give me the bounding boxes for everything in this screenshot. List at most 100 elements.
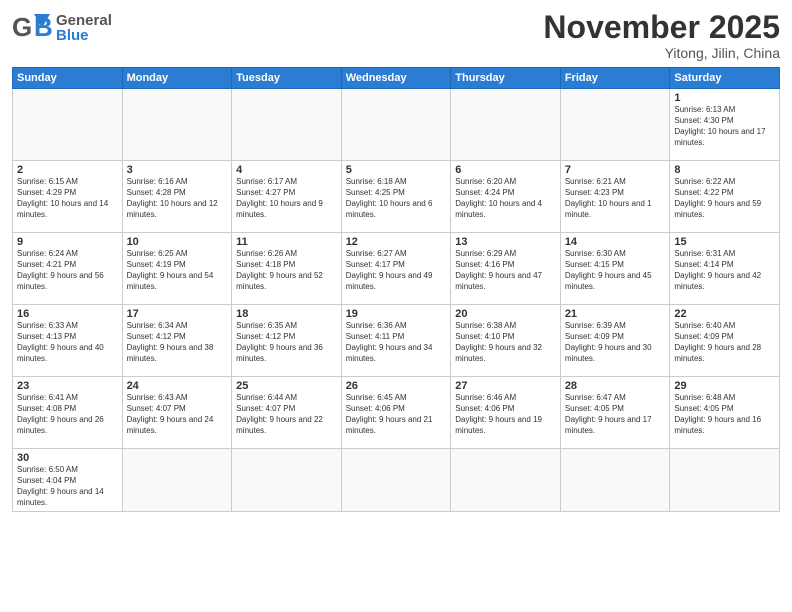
calendar-cell (451, 449, 561, 512)
calendar-cell: 26Sunrise: 6:45 AMSunset: 4:06 PMDayligh… (341, 377, 451, 449)
day-number: 20 (455, 308, 556, 320)
logo-brand: G B General Blue (12, 10, 112, 46)
day-number: 2 (17, 164, 118, 176)
title-block: November 2025 Yitong, Jilin, China (543, 10, 780, 61)
day-number: 18 (236, 308, 337, 320)
day-number: 28 (565, 380, 666, 392)
day-number: 17 (127, 308, 228, 320)
calendar-cell: 27Sunrise: 6:46 AMSunset: 4:06 PMDayligh… (451, 377, 561, 449)
calendar-cell: 20Sunrise: 6:38 AMSunset: 4:10 PMDayligh… (451, 305, 561, 377)
day-info: Sunrise: 6:39 AMSunset: 4:09 PMDaylight:… (565, 321, 666, 364)
day-info: Sunrise: 6:50 AMSunset: 4:04 PMDaylight:… (17, 465, 118, 508)
day-info: Sunrise: 6:16 AMSunset: 4:28 PMDaylight:… (127, 177, 228, 220)
day-number: 11 (236, 236, 337, 248)
calendar-cell: 2Sunrise: 6:15 AMSunset: 4:29 PMDaylight… (13, 161, 123, 233)
calendar-cell: 24Sunrise: 6:43 AMSunset: 4:07 PMDayligh… (122, 377, 232, 449)
calendar-week-3: 9Sunrise: 6:24 AMSunset: 4:21 PMDaylight… (13, 233, 780, 305)
day-number: 30 (17, 452, 118, 464)
logo-icon: G B (12, 10, 54, 46)
calendar-cell: 4Sunrise: 6:17 AMSunset: 4:27 PMDaylight… (232, 161, 342, 233)
calendar-cell (232, 89, 342, 161)
day-header-tuesday: Tuesday (232, 68, 342, 89)
calendar-page: G B General Blue November 2025 Yitong, J… (0, 0, 792, 612)
calendar-cell: 7Sunrise: 6:21 AMSunset: 4:23 PMDaylight… (560, 161, 670, 233)
calendar-cell: 19Sunrise: 6:36 AMSunset: 4:11 PMDayligh… (341, 305, 451, 377)
calendar-cell: 8Sunrise: 6:22 AMSunset: 4:22 PMDaylight… (670, 161, 780, 233)
day-info: Sunrise: 6:17 AMSunset: 4:27 PMDaylight:… (236, 177, 337, 220)
day-number: 15 (674, 236, 775, 248)
calendar-cell: 23Sunrise: 6:41 AMSunset: 4:08 PMDayligh… (13, 377, 123, 449)
calendar-cell: 5Sunrise: 6:18 AMSunset: 4:25 PMDaylight… (341, 161, 451, 233)
calendar-cell: 10Sunrise: 6:25 AMSunset: 4:19 PMDayligh… (122, 233, 232, 305)
day-info: Sunrise: 6:15 AMSunset: 4:29 PMDaylight:… (17, 177, 118, 220)
day-info: Sunrise: 6:25 AMSunset: 4:19 PMDaylight:… (127, 249, 228, 292)
day-info: Sunrise: 6:46 AMSunset: 4:06 PMDaylight:… (455, 393, 556, 436)
day-info: Sunrise: 6:44 AMSunset: 4:07 PMDaylight:… (236, 393, 337, 436)
day-number: 12 (346, 236, 447, 248)
calendar-cell: 17Sunrise: 6:34 AMSunset: 4:12 PMDayligh… (122, 305, 232, 377)
calendar-cell: 18Sunrise: 6:35 AMSunset: 4:12 PMDayligh… (232, 305, 342, 377)
day-number: 29 (674, 380, 775, 392)
calendar-cell: 15Sunrise: 6:31 AMSunset: 4:14 PMDayligh… (670, 233, 780, 305)
day-info: Sunrise: 6:29 AMSunset: 4:16 PMDaylight:… (455, 249, 556, 292)
day-header-monday: Monday (122, 68, 232, 89)
day-header-thursday: Thursday (451, 68, 561, 89)
day-info: Sunrise: 6:35 AMSunset: 4:12 PMDaylight:… (236, 321, 337, 364)
day-info: Sunrise: 6:48 AMSunset: 4:05 PMDaylight:… (674, 393, 775, 436)
calendar-week-1: 1Sunrise: 6:13 AMSunset: 4:30 PMDaylight… (13, 89, 780, 161)
calendar-week-6: 30Sunrise: 6:50 AMSunset: 4:04 PMDayligh… (13, 449, 780, 512)
day-info: Sunrise: 6:34 AMSunset: 4:12 PMDaylight:… (127, 321, 228, 364)
calendar-header-row: SundayMondayTuesdayWednesdayThursdayFrid… (13, 68, 780, 89)
calendar-cell (13, 89, 123, 161)
calendar-cell: 14Sunrise: 6:30 AMSunset: 4:15 PMDayligh… (560, 233, 670, 305)
day-number: 25 (236, 380, 337, 392)
calendar-week-5: 23Sunrise: 6:41 AMSunset: 4:08 PMDayligh… (13, 377, 780, 449)
day-info: Sunrise: 6:22 AMSunset: 4:22 PMDaylight:… (674, 177, 775, 220)
day-number: 7 (565, 164, 666, 176)
day-number: 14 (565, 236, 666, 248)
day-number: 10 (127, 236, 228, 248)
logo-text-block: General Blue (56, 13, 112, 43)
day-header-saturday: Saturday (670, 68, 780, 89)
day-info: Sunrise: 6:31 AMSunset: 4:14 PMDaylight:… (674, 249, 775, 292)
month-title: November 2025 (543, 10, 780, 45)
svg-text:B: B (34, 12, 53, 42)
day-number: 27 (455, 380, 556, 392)
day-info: Sunrise: 6:47 AMSunset: 4:05 PMDaylight:… (565, 393, 666, 436)
day-info: Sunrise: 6:27 AMSunset: 4:17 PMDaylight:… (346, 249, 447, 292)
day-number: 1 (674, 92, 775, 104)
calendar-cell (232, 449, 342, 512)
day-number: 4 (236, 164, 337, 176)
day-header-wednesday: Wednesday (341, 68, 451, 89)
day-number: 5 (346, 164, 447, 176)
header: G B General Blue November 2025 Yitong, J… (12, 10, 780, 61)
calendar-cell: 22Sunrise: 6:40 AMSunset: 4:09 PMDayligh… (670, 305, 780, 377)
day-number: 16 (17, 308, 118, 320)
svg-text:G: G (12, 12, 32, 42)
calendar-cell (122, 89, 232, 161)
day-info: Sunrise: 6:20 AMSunset: 4:24 PMDaylight:… (455, 177, 556, 220)
calendar-cell (560, 89, 670, 161)
day-info: Sunrise: 6:40 AMSunset: 4:09 PMDaylight:… (674, 321, 775, 364)
day-info: Sunrise: 6:13 AMSunset: 4:30 PMDaylight:… (674, 105, 775, 148)
day-info: Sunrise: 6:26 AMSunset: 4:18 PMDaylight:… (236, 249, 337, 292)
calendar-cell: 21Sunrise: 6:39 AMSunset: 4:09 PMDayligh… (560, 305, 670, 377)
logo-blue: Blue (56, 28, 112, 43)
calendar-cell: 30Sunrise: 6:50 AMSunset: 4:04 PMDayligh… (13, 449, 123, 512)
day-header-friday: Friday (560, 68, 670, 89)
day-info: Sunrise: 6:43 AMSunset: 4:07 PMDaylight:… (127, 393, 228, 436)
calendar-cell: 25Sunrise: 6:44 AMSunset: 4:07 PMDayligh… (232, 377, 342, 449)
day-number: 22 (674, 308, 775, 320)
day-info: Sunrise: 6:21 AMSunset: 4:23 PMDaylight:… (565, 177, 666, 220)
calendar-cell: 11Sunrise: 6:26 AMSunset: 4:18 PMDayligh… (232, 233, 342, 305)
calendar-cell (341, 449, 451, 512)
day-info: Sunrise: 6:33 AMSunset: 4:13 PMDaylight:… (17, 321, 118, 364)
logo: G B General Blue (12, 10, 112, 46)
calendar-cell (451, 89, 561, 161)
day-number: 9 (17, 236, 118, 248)
calendar-week-2: 2Sunrise: 6:15 AMSunset: 4:29 PMDaylight… (13, 161, 780, 233)
calendar-cell: 28Sunrise: 6:47 AMSunset: 4:05 PMDayligh… (560, 377, 670, 449)
day-info: Sunrise: 6:38 AMSunset: 4:10 PMDaylight:… (455, 321, 556, 364)
day-number: 19 (346, 308, 447, 320)
calendar-cell: 16Sunrise: 6:33 AMSunset: 4:13 PMDayligh… (13, 305, 123, 377)
